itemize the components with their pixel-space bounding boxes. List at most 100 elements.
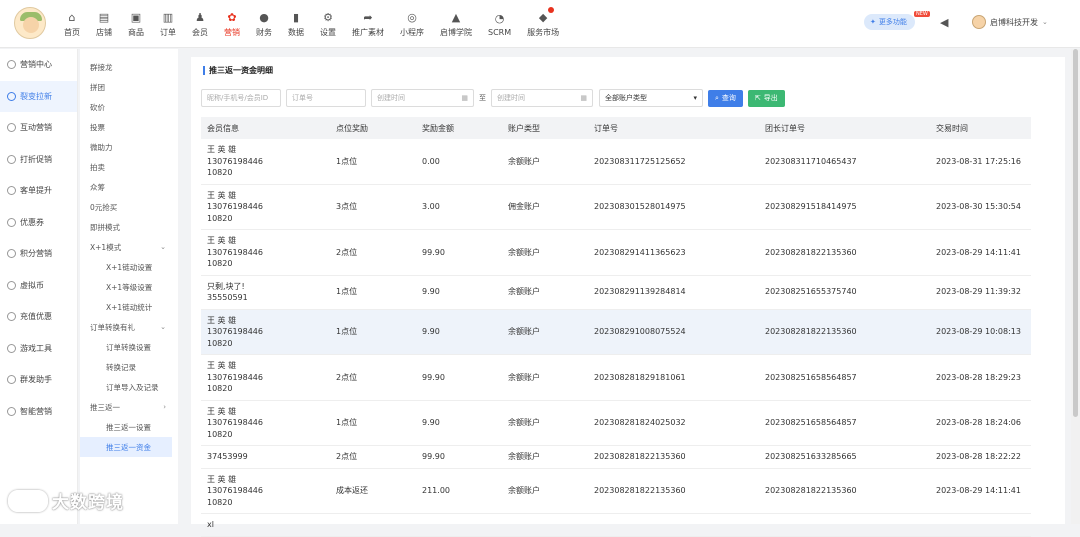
cell-account: 余额账户	[502, 309, 588, 355]
sidebar-item-0[interactable]: 营销中心	[0, 49, 77, 81]
sidebar-item-6[interactable]: 积分营销	[0, 238, 77, 270]
subnav-item-16[interactable]: 订单导入及记录	[80, 377, 178, 397]
chevron-icon: ⌄	[160, 243, 166, 251]
subnav-item-14[interactable]: 订单转换设置	[80, 337, 178, 357]
nav-item-12[interactable]: ◔ SCRM	[480, 0, 519, 48]
nav-item-4[interactable]: ♟ 会员	[184, 0, 216, 48]
subnav-item-18[interactable]: 推三返一设置	[80, 417, 178, 437]
subnav-item-9[interactable]: X+1模式 ⌄	[80, 237, 178, 257]
member-info-line: 王 英 雄	[207, 315, 237, 325]
nav-item-3[interactable]: ▥ 订单	[152, 0, 184, 48]
cell-leader: 202308251633285665	[759, 445, 930, 469]
more-features-label: 更多功能	[878, 18, 907, 26]
sidebar-item-icon	[7, 343, 16, 353]
cell-amount: 211.00	[416, 468, 502, 514]
member-search-input[interactable]: 昵称/手机号/会员ID	[201, 89, 281, 107]
table-row[interactable]: 王 英 雄 13076198446 10820 1点位 0.00 余额账户 20230831…	[201, 139, 1031, 185]
nav-item-5[interactable]: ✿ 营销	[216, 0, 248, 48]
start-date-input[interactable]: 创建时间 ▦	[371, 89, 474, 107]
cell-account: 余额账户	[502, 400, 588, 446]
export-button[interactable]: ⇱ 导出	[747, 89, 785, 107]
table-row[interactable]: 王 英 雄 13076198446 10820 2点位 99.90 余额账户 2023082…	[201, 354, 1031, 401]
table-row[interactable]: 王 英 雄 13076198446 10820 3点位 3.00 佣金账户 20230830…	[201, 184, 1031, 230]
subnav-item-10[interactable]: X+1链动设置	[80, 257, 178, 277]
sidebar-item-8[interactable]: 充值优惠	[0, 301, 77, 333]
nav-item-label: 营销	[224, 28, 240, 37]
nav-item-1[interactable]: ▤ 店铺	[88, 0, 120, 48]
sidebar-item-5[interactable]: 优惠券	[0, 207, 77, 239]
sidebar-item-10[interactable]: 群发助手	[0, 364, 77, 396]
member-info-cell: 王 英 雄 13076198446 10820	[201, 354, 330, 401]
table-row[interactable]: 王 英 雄 13076198446 10820 2点位 99.90 余额账户 2023082…	[201, 229, 1031, 276]
brand-logo[interactable]	[14, 7, 46, 39]
calendar-icon: ▦	[461, 94, 468, 102]
sidebar-item-4[interactable]: 客单提升	[0, 175, 77, 207]
subnav-item-17[interactable]: 推三返一 ›	[80, 397, 178, 417]
scrollbar-thumb[interactable]	[1073, 49, 1078, 417]
nav-item-11[interactable]: ▲ 启博学院	[432, 0, 480, 48]
subnav-item-11[interactable]: X+1等级设置	[80, 277, 178, 297]
nav-item-8[interactable]: ⚙ 设置	[312, 0, 344, 48]
end-date-input[interactable]: 创建时间 ▦	[491, 89, 593, 107]
subnav-item-label: 群接龙	[90, 62, 113, 72]
sidebar-item-icon	[7, 60, 16, 70]
cell-level: 2点位	[330, 229, 416, 276]
subnav-item-13[interactable]: 订单转换有礼 ⌄	[80, 317, 178, 337]
table-row[interactable]: 只剩,块了! 35550591 1点位 9.90 余额账户 202308291139284…	[201, 275, 1031, 310]
speaker-icon[interactable]: ◀	[940, 16, 948, 29]
subnav-item-3[interactable]: 投票	[80, 117, 178, 137]
search-button[interactable]: ⌕ 查询	[708, 89, 743, 107]
nav-item-6[interactable]: ● 财务	[248, 0, 280, 48]
subnav-item-12[interactable]: X+1链动统计	[80, 297, 178, 317]
calendar-icon: ▦	[580, 94, 587, 102]
page-scrollbar[interactable]	[1071, 49, 1080, 524]
subnav-item-5[interactable]: 拍卖	[80, 157, 178, 177]
cell-time: 2023-08-29 14:11:41	[930, 229, 1031, 276]
subnav-item-label: X+1链动统计	[106, 302, 153, 312]
cell-order: 202308291139284814	[588, 275, 759, 310]
sidebar-item-3[interactable]: 打折促销	[0, 144, 77, 176]
table-row[interactable]: 王 英 雄 13076198446 10820 成本返还 211.00 余额账户 20230…	[201, 468, 1031, 514]
subnav-item-0[interactable]: 群接龙	[80, 57, 178, 77]
table-row[interactable]: 王 英 雄 13076198446 10820 1点位 9.90 余额账户 20230828…	[201, 400, 1031, 446]
sidebar-item-1[interactable]: 裂变拉新	[0, 80, 77, 112]
sidebar-item-2[interactable]: 互动营销	[0, 112, 77, 144]
nav-item-2[interactable]: ▣ 商品	[120, 0, 152, 48]
nav-item-9[interactable]: ➦ 推广素材	[344, 0, 392, 48]
nav-item-0[interactable]: ⌂ 首页	[56, 0, 88, 48]
sidebar-item-icon	[7, 375, 16, 385]
user-menu[interactable]: 启博科技开发 ⌄	[972, 15, 1048, 29]
subnav-item-4[interactable]: 微助力	[80, 137, 178, 157]
table-row[interactable]: 王 英 雄 13076198446 10820 1点位 9.90 余额账户 20230829…	[201, 309, 1031, 355]
sidebar-item-9[interactable]: 游戏工具	[0, 333, 77, 365]
nav-item-13[interactable]: ◆ 服务市场	[519, 0, 567, 48]
order-number-input[interactable]: 订单号	[286, 89, 366, 107]
subnav-item-15[interactable]: 转换记录	[80, 357, 178, 377]
member-info-line: 王 英 雄	[207, 361, 237, 370]
cell-account	[502, 513, 588, 537]
page-title: 推三返一资金明细	[203, 66, 273, 75]
nav-item-7[interactable]: ▮ 数据	[280, 0, 312, 48]
member-info-cell: 只剩,块了! 35550591	[201, 275, 330, 310]
subnav-item-2[interactable]: 砍价	[80, 97, 178, 117]
subnav-item-1[interactable]: 拼团	[80, 77, 178, 97]
sidebar-item-11[interactable]: 智能营销	[0, 396, 77, 428]
cell-leader: 202308291518414975	[759, 184, 930, 230]
cell-level: 2点位	[330, 445, 416, 469]
subnav-item-19[interactable]: 推三返一资金	[80, 437, 172, 457]
sidebar-item-label: 游戏工具	[20, 343, 52, 353]
nav-item-label: 首页	[64, 28, 80, 37]
sidebar-item-icon	[7, 280, 16, 290]
nav-item-10[interactable]: ◎ 小程序	[392, 0, 432, 48]
table-row[interactable]: 37453999 2点位 99.90 余额账户 202308281822135360 20…	[201, 445, 1031, 469]
subnav-item-7[interactable]: 0元抢买	[80, 197, 178, 217]
more-features-button[interactable]: ✦ 更多功能	[864, 14, 915, 30]
table-row[interactable]: xl	[201, 513, 1031, 537]
user-name: 启博科技开发	[990, 17, 1038, 27]
subnav-item-8[interactable]: 即拼模式	[80, 217, 178, 237]
member-info-line: 只剩,块了!	[207, 281, 245, 291]
nav-item-label: 启博学院	[440, 28, 472, 37]
sidebar-item-7[interactable]: 虚拟币	[0, 270, 77, 302]
subnav-item-6[interactable]: 众筹	[80, 177, 178, 197]
account-type-select[interactable]: 全部账户类型 ▾	[599, 89, 703, 107]
